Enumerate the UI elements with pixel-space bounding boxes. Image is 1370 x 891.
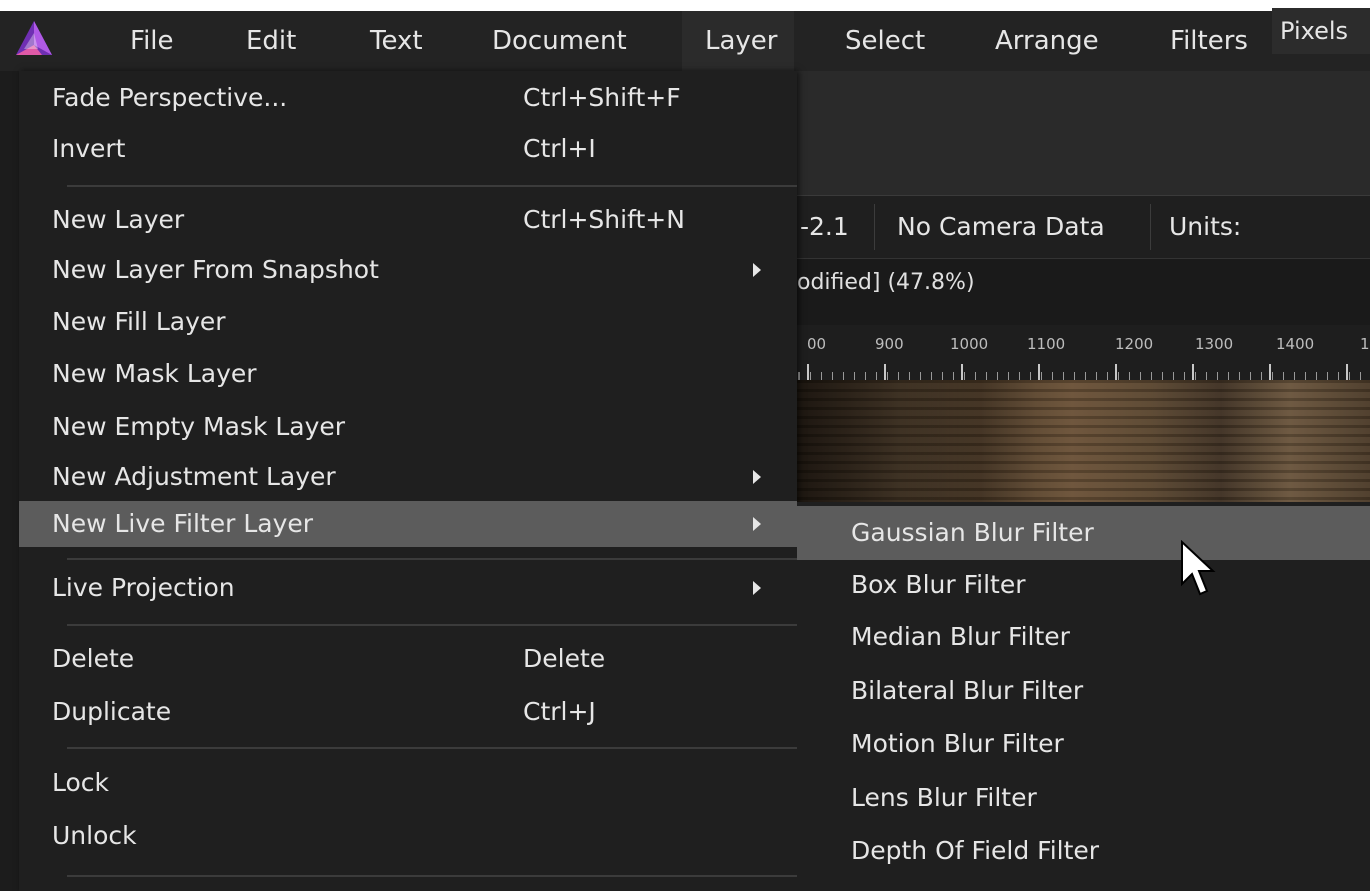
submenu-arrow-icon bbox=[753, 517, 761, 531]
toolbar bbox=[797, 71, 1370, 196]
menu-file[interactable]: File bbox=[130, 11, 174, 71]
menu-item-label: New Adjustment Layer bbox=[52, 462, 336, 491]
menu-item-label: New Live Filter Layer bbox=[52, 509, 314, 538]
menu-item-label: Unlock bbox=[52, 821, 137, 850]
menu-item-shortcut: Ctrl+Shift+N bbox=[523, 205, 685, 234]
submenu-item-label: Lens Blur Filter bbox=[851, 783, 1037, 812]
menu-item-label: Lock bbox=[52, 768, 110, 797]
ruler-label: 1300 bbox=[1195, 335, 1234, 353]
menu-item-label: New Mask Layer bbox=[52, 359, 257, 388]
menu-item-unlock[interactable]: Unlock bbox=[19, 813, 797, 859]
context-separator bbox=[874, 204, 875, 250]
menu-item-new-layer[interactable]: New Layer Ctrl+Shift+N bbox=[19, 197, 797, 243]
menu-item-new-mask-layer[interactable]: New Mask Layer bbox=[19, 351, 797, 397]
live-filter-submenu: Gaussian Blur Filter Box Blur Filter Med… bbox=[797, 502, 1370, 891]
submenu-item-bilateral-blur[interactable]: Bilateral Blur Filter bbox=[797, 664, 1370, 718]
layer-dropdown-menu: Fade Perspective... Ctrl+Shift+F Invert … bbox=[19, 71, 797, 891]
canvas-shadow bbox=[797, 380, 1037, 502]
units-select[interactable]: Pixels bbox=[1272, 8, 1370, 54]
affinity-photo-logo-icon[interactable] bbox=[14, 19, 54, 59]
window-top-strip bbox=[0, 0, 1370, 11]
menu-filters[interactable]: Filters bbox=[1170, 11, 1248, 71]
ruler-label: 1100 bbox=[1027, 335, 1066, 353]
menu-item-new-live-filter-layer[interactable]: New Live Filter Layer bbox=[19, 501, 797, 547]
ruler-major-ticks bbox=[797, 364, 1370, 380]
camera-data-label: No Camera Data bbox=[897, 212, 1105, 241]
menu-item-label: Invert bbox=[52, 134, 126, 163]
units-label: Units: bbox=[1169, 212, 1242, 241]
menu-item-label: New Empty Mask Layer bbox=[52, 412, 346, 441]
ruler-label: 00 bbox=[807, 335, 827, 353]
document-tab-title[interactable]: odified] (47.8%) bbox=[797, 270, 975, 295]
canvas-image[interactable] bbox=[797, 380, 1370, 502]
menu-select[interactable]: Select bbox=[845, 11, 925, 71]
submenu-item-label: Median Blur Filter bbox=[851, 622, 1070, 651]
menu-item-duplicate[interactable]: Duplicate Ctrl+J bbox=[19, 689, 797, 735]
mouse-cursor-icon bbox=[1181, 540, 1216, 596]
menu-item-new-fill-layer[interactable]: New Fill Layer bbox=[19, 299, 797, 345]
menu-item-new-layer-from-snapshot[interactable]: New Layer From Snapshot bbox=[19, 247, 797, 293]
ruler-label: 1400 bbox=[1276, 335, 1315, 353]
menu-separator bbox=[67, 875, 797, 877]
menu-arrange[interactable]: Arrange bbox=[995, 11, 1099, 71]
menu-edit[interactable]: Edit bbox=[246, 11, 296, 71]
submenu-item-motion-blur[interactable]: Motion Blur Filter bbox=[797, 717, 1370, 771]
menu-item-fade-perspective[interactable]: Fade Perspective... Ctrl+Shift+F bbox=[19, 75, 797, 121]
menu-separator bbox=[67, 558, 797, 560]
menu-item-new-empty-mask-layer[interactable]: New Empty Mask Layer bbox=[19, 404, 797, 450]
menu-document[interactable]: Document bbox=[492, 11, 627, 71]
submenu-item-box-blur[interactable]: Box Blur Filter bbox=[797, 558, 1370, 612]
submenu-item-lens-blur[interactable]: Lens Blur Filter bbox=[797, 771, 1370, 825]
menu-item-label: Duplicate bbox=[52, 697, 172, 726]
submenu-item-label: Box Blur Filter bbox=[851, 570, 1026, 599]
context-toolbar: -2.1 No Camera Data Units: bbox=[797, 196, 1370, 259]
version-label: -2.1 bbox=[800, 212, 849, 241]
ruler-label: 1200 bbox=[1115, 335, 1154, 353]
submenu-arrow-icon bbox=[753, 581, 761, 595]
menu-item-label: Fade Perspective... bbox=[52, 83, 288, 112]
menubar: File Edit Text Document Layer Select Arr… bbox=[0, 11, 1370, 71]
submenu-item-median-blur[interactable]: Median Blur Filter bbox=[797, 610, 1370, 664]
menu-text[interactable]: Text bbox=[370, 11, 423, 71]
submenu-item-label: Motion Blur Filter bbox=[851, 729, 1064, 758]
submenu-item-depth-of-field[interactable]: Depth Of Field Filter bbox=[797, 824, 1370, 878]
submenu-item-label: Depth Of Field Filter bbox=[851, 836, 1100, 865]
horizontal-ruler: 00 900 1000 1100 1200 1300 1400 1 bbox=[797, 325, 1370, 380]
ruler-label: 900 bbox=[875, 335, 904, 353]
submenu-arrow-icon bbox=[753, 263, 761, 277]
menu-item-delete[interactable]: Delete Delete bbox=[19, 636, 797, 682]
submenu-item-label: Bilateral Blur Filter bbox=[851, 676, 1084, 705]
submenu-arrow-icon bbox=[753, 470, 761, 484]
menu-item-shortcut: Delete bbox=[523, 644, 606, 673]
menu-separator bbox=[67, 185, 797, 187]
menu-item-invert[interactable]: Invert Ctrl+I bbox=[19, 126, 797, 172]
units-value: Pixels bbox=[1280, 17, 1349, 45]
menu-item-label: New Layer From Snapshot bbox=[52, 255, 379, 284]
ruler-label: 1 bbox=[1360, 335, 1370, 353]
menu-item-label: New Layer bbox=[52, 205, 185, 234]
menu-item-shortcut: Ctrl+Shift+F bbox=[523, 83, 681, 112]
menu-separator bbox=[67, 747, 797, 749]
menu-item-shortcut: Ctrl+I bbox=[523, 134, 596, 163]
menu-item-live-projection[interactable]: Live Projection bbox=[19, 565, 797, 611]
menu-item-lock[interactable]: Lock bbox=[19, 760, 797, 806]
menu-item-label: Delete bbox=[52, 644, 135, 673]
menu-item-shortcut: Ctrl+J bbox=[523, 697, 596, 726]
menu-separator bbox=[67, 624, 797, 626]
menu-layer[interactable]: Layer bbox=[705, 11, 778, 71]
menu-item-new-adjustment-layer[interactable]: New Adjustment Layer bbox=[19, 454, 797, 500]
menu-item-label: New Fill Layer bbox=[52, 307, 226, 336]
ruler-label: 1000 bbox=[950, 335, 989, 353]
menu-item-label: Live Projection bbox=[52, 573, 235, 602]
submenu-item-label: Gaussian Blur Filter bbox=[851, 518, 1094, 547]
submenu-item-gaussian-blur[interactable]: Gaussian Blur Filter bbox=[797, 506, 1370, 560]
context-separator bbox=[1150, 204, 1151, 250]
